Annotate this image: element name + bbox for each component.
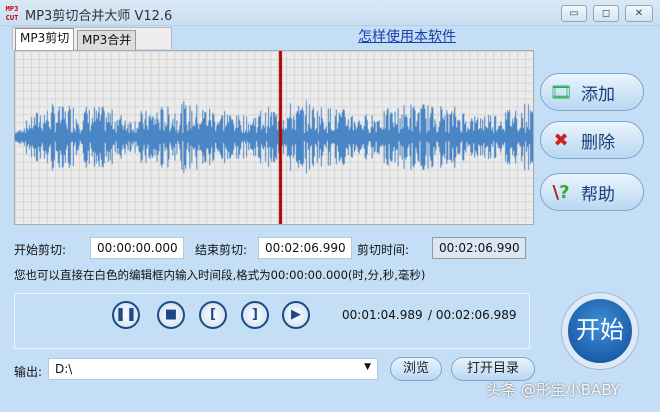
- help-link[interactable]: 怎样使用本软件: [358, 26, 456, 46]
- title-bar: MP3 CUT MP3剪切合并大师 V12.6 ▭ ◻ ✕: [0, 0, 660, 26]
- start-button[interactable]: 开始: [562, 293, 638, 369]
- cut-duration-value: 00:02:06.990: [432, 237, 526, 259]
- watermark: 头条 @彤宝小BABY: [486, 381, 620, 399]
- help-question-icon: \?: [552, 181, 570, 203]
- tab-mp3-cut[interactable]: MP3剪切: [15, 28, 75, 50]
- window-title: MP3剪切合并大师 V12.6: [25, 9, 173, 24]
- tab-bar: MP3剪切 MP3合并: [12, 27, 172, 50]
- mark-end-button[interactable]: ]: [241, 301, 269, 329]
- add-button[interactable]: 🎞 添加: [540, 73, 644, 111]
- end-cut-input[interactable]: 00:02:06.990: [258, 237, 352, 259]
- open-directory-button[interactable]: 打开目录: [451, 357, 535, 381]
- help-button[interactable]: \? 帮助: [540, 173, 644, 211]
- delete-label: 删除: [581, 132, 615, 153]
- help-label: 帮助: [581, 184, 615, 205]
- add-label: 添加: [581, 84, 615, 105]
- app-logo-icon: MP3 CUT: [5, 5, 19, 22]
- play-icon: ▶: [291, 307, 301, 322]
- minimize-button[interactable]: ▭: [561, 5, 587, 22]
- delete-button[interactable]: ✖ 删除: [540, 121, 644, 159]
- mark-start-button[interactable]: [: [199, 301, 227, 329]
- stop-button[interactable]: ■: [157, 301, 185, 329]
- start-cut-input[interactable]: 00:00:00.000: [90, 237, 184, 259]
- start-cut-label: 开始剪切:: [14, 243, 67, 257]
- total-time: / 00:02:06.989: [428, 308, 517, 322]
- red-x-icon: ✖: [553, 129, 569, 151]
- pause-icon: ❚❚: [115, 307, 137, 322]
- current-time: 00:01:04.989: [342, 308, 423, 322]
- waveform-view[interactable]: [14, 50, 534, 225]
- play-selection-button[interactable]: ▶: [282, 301, 310, 329]
- chevron-down-icon[interactable]: ▼: [364, 362, 371, 372]
- output-path-value: D:\: [55, 362, 73, 376]
- end-cut-label: 结束剪切:: [195, 243, 248, 257]
- stop-icon: ■: [164, 307, 178, 322]
- browse-button[interactable]: 浏览: [390, 357, 442, 381]
- film-add-icon: 🎞: [549, 81, 573, 103]
- bracket-right-icon: ]: [252, 307, 258, 322]
- pause-button[interactable]: ❚❚: [112, 301, 140, 329]
- output-label: 输出:: [14, 365, 43, 379]
- restore-button[interactable]: ◻: [593, 5, 619, 22]
- output-path-select[interactable]: D:\ ▼: [48, 358, 378, 380]
- tab-mp3-merge[interactable]: MP3合并: [77, 30, 137, 50]
- close-button[interactable]: ✕: [625, 5, 653, 22]
- format-hint: 您也可以直接在白色的编辑框内输入时间段,格式为00:00:00.000(时,分,…: [14, 268, 426, 282]
- bracket-left-icon: [: [210, 307, 216, 322]
- cut-duration-label: 剪切时间:: [357, 243, 410, 257]
